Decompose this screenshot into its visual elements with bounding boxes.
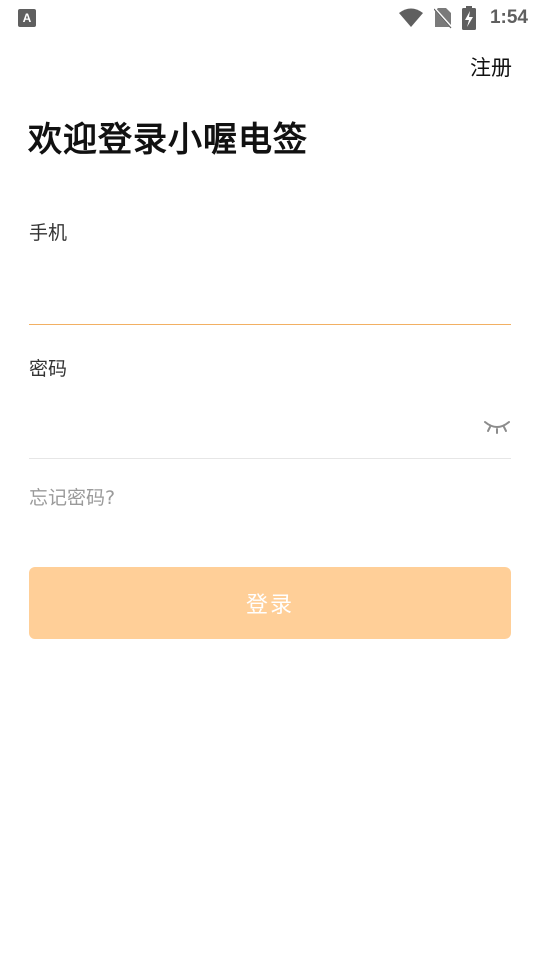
phone-input[interactable] xyxy=(29,277,511,321)
page-title: 欢迎登录小喔电签 xyxy=(28,120,308,160)
password-input[interactable] xyxy=(29,406,469,450)
forgot-password-link[interactable]: 忘记密码? xyxy=(29,483,115,510)
keyboard-a-icon-text: A xyxy=(22,11,32,25)
status-icons: 1:54 xyxy=(398,6,528,30)
login-button[interactable]: 登录 xyxy=(29,567,511,639)
keyboard-a-icon: A xyxy=(18,9,36,27)
phone-underline xyxy=(29,324,511,325)
eye-closed-icon xyxy=(484,421,510,434)
wifi-icon xyxy=(398,8,423,27)
phone-label: 手机 xyxy=(29,222,68,244)
password-visibility-toggle[interactable] xyxy=(482,414,512,438)
battery-charging-icon xyxy=(461,6,476,30)
register-link[interactable]: 注册 xyxy=(470,52,512,82)
password-underline xyxy=(29,458,511,459)
status-bar: A 1:54 xyxy=(0,0,540,36)
no-sim-icon xyxy=(433,7,452,29)
password-label: 密码 xyxy=(29,358,68,380)
status-time: 1:54 xyxy=(489,7,528,28)
